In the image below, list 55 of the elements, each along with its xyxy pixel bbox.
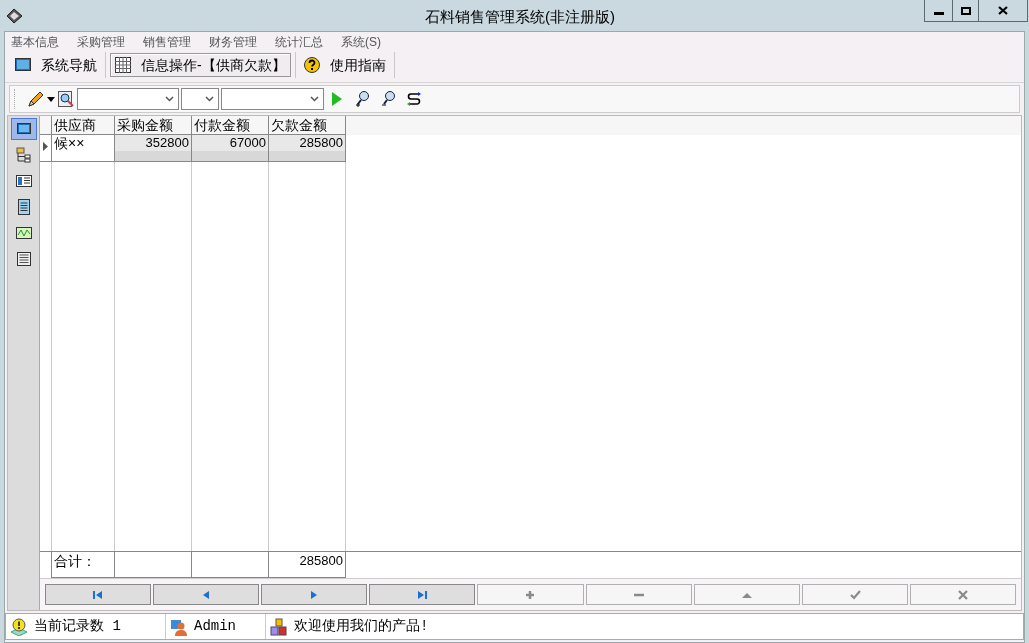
menu-item[interactable]: 统计汇总 xyxy=(275,32,323,51)
document-icon xyxy=(15,199,32,215)
menu-item[interactable]: 基本信息 xyxy=(11,32,59,51)
total-value: 285800 xyxy=(269,552,346,578)
zoom-in-icon[interactable] xyxy=(354,90,372,108)
status-text: 欢迎使用我们的产品! xyxy=(294,617,429,636)
window-title: 石料销售管理系统(非注册版) xyxy=(424,7,616,27)
app-icon xyxy=(6,7,23,24)
table-cell: 285800 xyxy=(269,135,346,162)
table-cell: 67000 xyxy=(192,135,269,162)
grid-icon xyxy=(115,57,131,73)
record-nav-button[interactable] xyxy=(261,584,368,605)
menu-item[interactable]: 财务管理 xyxy=(209,32,257,51)
record-nav-button[interactable] xyxy=(153,584,260,605)
plus-icon xyxy=(524,589,537,600)
monitor-icon xyxy=(15,58,31,72)
dropdown-field[interactable] xyxy=(77,88,179,110)
side-tool-button[interactable] xyxy=(10,118,37,140)
tab[interactable]: 信息操作-【供商欠款】 xyxy=(110,53,291,77)
status-text: 当前记录数 1 xyxy=(34,617,121,636)
card-icon xyxy=(15,173,32,189)
menu-item[interactable]: 销售管理 xyxy=(143,32,191,51)
dropdown-field[interactable] xyxy=(221,88,324,110)
table-cell: 352800 xyxy=(115,135,192,162)
chevron-down-icon xyxy=(205,96,214,102)
menu-item[interactable]: 系统(S) xyxy=(341,32,381,51)
checkmark-icon xyxy=(848,589,861,600)
swap-icon[interactable] xyxy=(406,91,422,107)
tab[interactable]: 系统导航 xyxy=(11,53,101,77)
first-record-icon xyxy=(92,589,105,600)
total-label: 合计： xyxy=(52,552,115,578)
chevron-down-icon xyxy=(310,96,319,102)
printer-icon xyxy=(15,251,32,267)
cubes-icon xyxy=(270,617,288,636)
dropdown-arrow-icon[interactable] xyxy=(47,96,55,102)
help-icon xyxy=(303,57,320,73)
record-nav-button[interactable] xyxy=(369,584,476,605)
tab[interactable]: 使用指南 xyxy=(299,53,390,77)
menu-item[interactable]: 采购管理 xyxy=(77,32,125,51)
dropdown-field[interactable] xyxy=(181,88,219,110)
close-icon xyxy=(956,589,969,600)
record-nav-button[interactable] xyxy=(45,584,152,605)
chevron-down-icon xyxy=(165,96,174,102)
pencil-icon[interactable] xyxy=(27,90,45,108)
close-icon xyxy=(998,6,1008,15)
status-text: Admin xyxy=(194,617,236,636)
last-record-icon xyxy=(416,589,429,600)
row-pointer-icon xyxy=(43,142,48,151)
table-cell: 候×× xyxy=(52,135,115,162)
folder-tree-icon xyxy=(15,147,32,163)
search-icon[interactable] xyxy=(57,90,75,108)
monitor-icon xyxy=(15,121,32,137)
chart-icon xyxy=(15,225,32,241)
zoom-out-icon[interactable] xyxy=(380,90,398,108)
user-icon xyxy=(170,617,188,636)
